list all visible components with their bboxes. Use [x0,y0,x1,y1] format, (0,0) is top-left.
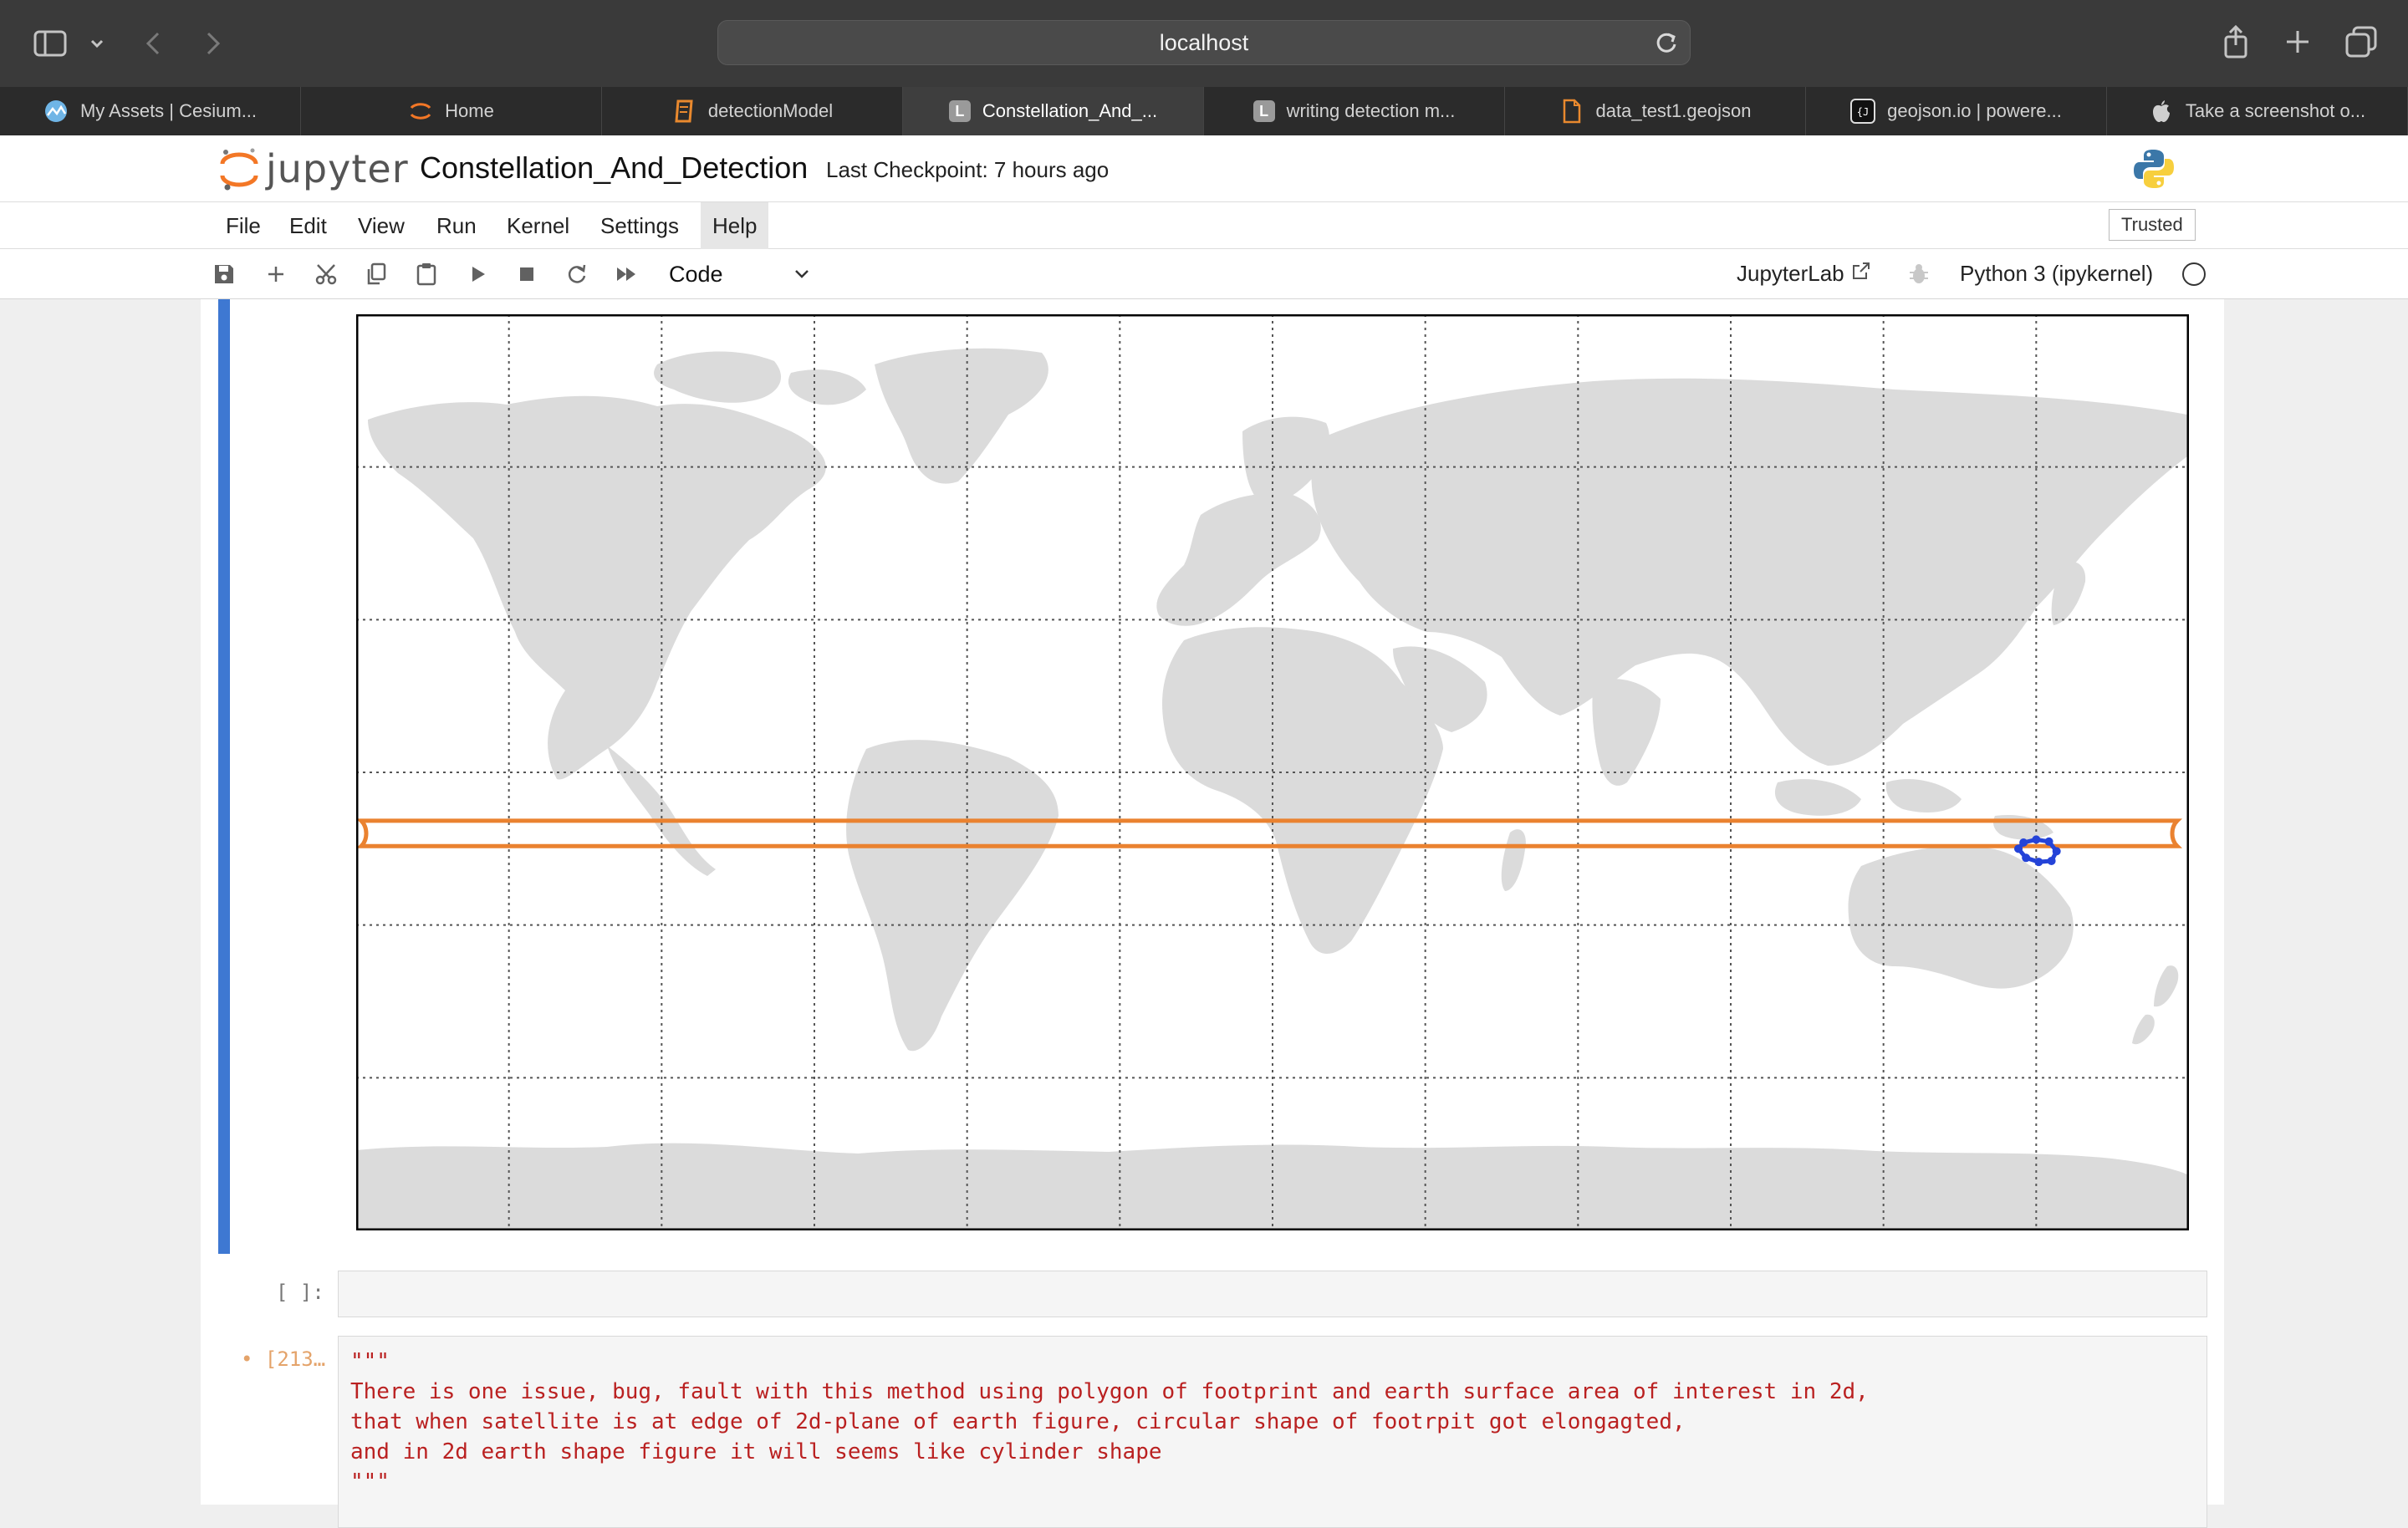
jupyter-icon [408,99,433,124]
notebook-icon [671,99,696,124]
empty-cell-prompt: [ ]: [276,1281,324,1304]
tab-label: Constellation_And_... [982,100,1158,121]
empty-code-cell-editor[interactable] [338,1271,2207,1317]
menu-edit[interactable]: Edit [278,202,339,249]
reload-icon[interactable] [1651,28,1681,58]
jupyter-logo-icon [220,148,258,191]
aoi-vertex [2032,835,2041,844]
code-cell-editor[interactable]: """ There is one issue, bug, fault with … [338,1336,2207,1528]
menu-bar: File Edit View Run Kernel Settings Help … [0,202,2408,249]
back-icon[interactable] [140,27,166,60]
tab-overview-icon[interactable] [2344,25,2378,59]
menu-help[interactable]: Help [701,202,769,249]
jupyterlab-link[interactable]: JupyterLab [1737,261,1871,287]
map-figure-output [356,314,2189,1230]
tab-label: detectionModel [707,100,834,121]
aoi-vertex [2052,847,2061,856]
aoi-vertex [2044,837,2053,846]
geojson-icon: {J [1850,99,1876,124]
aoi-vertex [2047,856,2056,865]
tab-label: data_test1.geojson [1595,100,1752,121]
copy-icon[interactable] [363,261,390,288]
browser-tab[interactable]: {J geojson.io | powere... [1806,87,2107,135]
run-all-icon[interactable] [614,261,640,288]
aoi-vertex [2022,853,2031,863]
browser-tab-active[interactable]: L Constellation_And_... [903,87,1204,135]
cell-type-value: Code [669,261,723,287]
tab-label: Home [445,100,494,121]
paste-icon[interactable] [413,261,440,288]
notebook-toolbar: Code JupyterLab Python 3 (ipykernel) [0,249,2408,299]
checkpoint-status: Last Checkpoint: 7 hours ago [826,157,1110,182]
browser-tab[interactable]: detectionModel [602,87,903,135]
url-text: localhost [1159,29,1249,55]
code-cell-text: """ There is one issue, bug, fault with … [350,1349,1869,1495]
tab-label: writing detection m... [1286,100,1456,121]
chevron-down-icon [793,262,811,288]
file-icon [1559,99,1584,124]
jupyterlab-link-label: JupyterLab [1737,261,1844,286]
svg-text:{J: {J [1857,106,1869,118]
sidebar-toggle-icon[interactable] [33,27,67,60]
browser-tab[interactable]: data_test1.geojson [1505,87,1806,135]
tab-label: Take a screenshot o... [2185,100,2366,121]
code-cell-prompt: • [213… [241,1347,326,1371]
browser-tab[interactable]: Take a screenshot o... [2107,87,2408,135]
run-icon[interactable] [465,261,492,288]
tab-label: geojson.io | powere... [1887,100,2062,121]
new-tab-icon[interactable] [2283,27,2313,57]
notebook-header: jupyter Constellation_And_Detection Last… [0,135,2408,202]
menu-view[interactable]: View [346,202,416,249]
cut-icon[interactable] [313,261,339,288]
browser-toolbar: localhost [0,0,2408,87]
browser-tab[interactable]: Home [301,87,602,135]
trusted-indicator[interactable]: Trusted [2109,209,2196,241]
stop-icon[interactable] [513,261,540,288]
world-map-plot [356,314,2189,1230]
save-icon[interactable] [211,261,237,288]
lab-icon: L [1252,100,1275,122]
active-cell-indicator[interactable] [218,299,230,1254]
apple-icon [2149,99,2174,124]
share-icon[interactable] [2221,23,2251,60]
address-bar[interactable]: localhost [717,20,1691,65]
kernel-status-indicator [2182,262,2206,286]
menu-settings[interactable]: Settings [589,202,691,249]
jupyter-logo[interactable]: jupyter [219,145,409,192]
cell-type-select[interactable]: Code [669,256,811,293]
browser-tab[interactable]: My Assets | Cesium... [0,87,301,135]
menu-file[interactable]: File [214,202,273,249]
menu-run[interactable]: Run [425,202,488,249]
menu-kernel[interactable]: Kernel [495,202,581,249]
jupyter-wordmark: jupyter [266,146,409,191]
aoi-vertex [2034,858,2043,867]
cesium-icon [43,99,69,124]
add-cell-icon[interactable] [263,261,289,288]
restart-icon[interactable] [564,261,590,288]
browser-tab[interactable]: L writing detection m... [1204,87,1505,135]
kernel-name[interactable]: Python 3 (ipykernel) [1960,261,2153,287]
aoi-vertex [2014,844,2023,853]
tab-strip: My Assets | Cesium... Home detectionMode… [0,87,2408,135]
python-logo-icon [2132,147,2176,195]
lab-icon: L [948,100,971,122]
external-link-icon [1851,261,1871,287]
bug-icon[interactable] [1908,262,1930,290]
notebook-title[interactable]: Constellation_And_Detection [420,150,808,186]
tab-label: My Assets | Cesium... [79,100,258,121]
forward-icon[interactable] [201,27,226,60]
sidebar-menu-chevron-icon[interactable] [87,33,107,53]
